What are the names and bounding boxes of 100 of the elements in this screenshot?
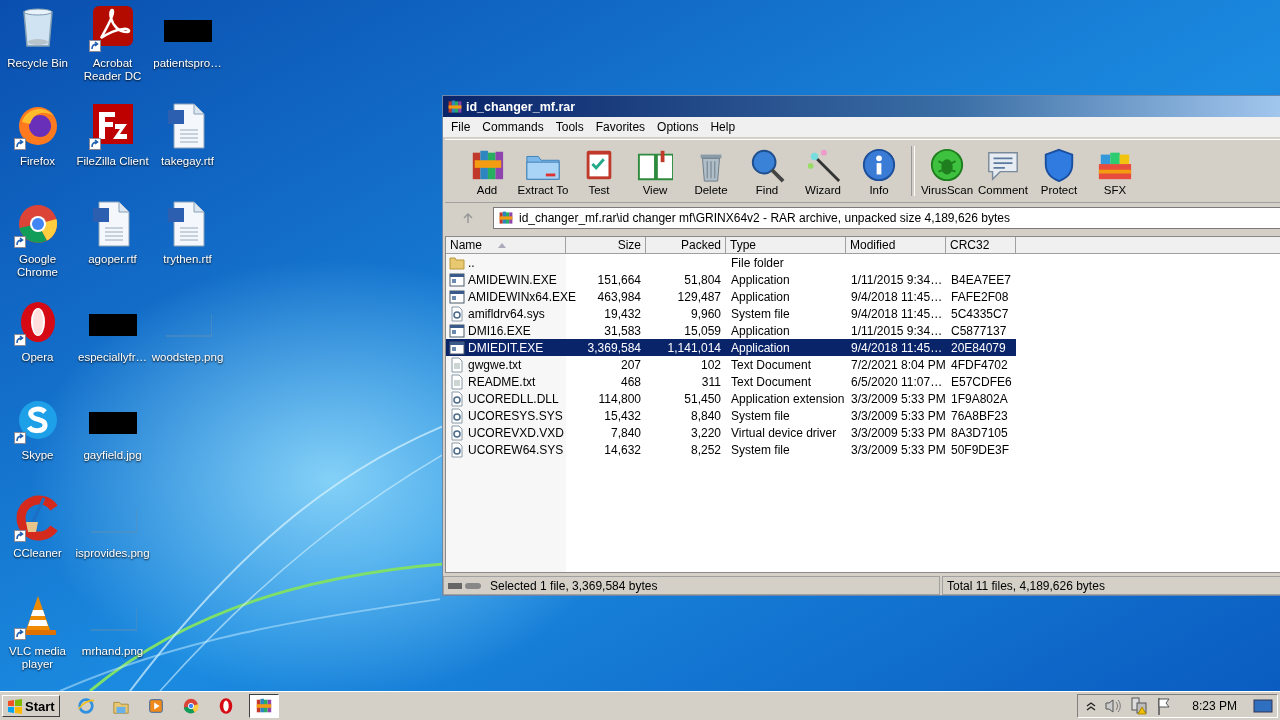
toolbar-button[interactable]: Extract To (515, 140, 571, 202)
desktop-icon-label[interactable]: CCleaner (0, 547, 75, 560)
shortcut-arrow-icon (13, 334, 26, 346)
desktop-icon-label[interactable]: VLC media player (0, 645, 75, 671)
table-cell: 114,800 (598, 391, 641, 406)
table-cell: 1/11/2015 9:34… (851, 323, 943, 338)
toolbar-button[interactable]: SFX (1087, 140, 1143, 202)
table-cell: 3/3/2009 5:33 PM (851, 425, 946, 440)
menu-item[interactable]: File (445, 120, 477, 134)
desktop-icon-label[interactable]: agoper.rtf (75, 253, 150, 266)
table-cell: README.txt (468, 374, 536, 389)
toolbar-button[interactable]: Protect (1031, 140, 1087, 202)
shortcut-arrow-icon (13, 628, 26, 640)
desktop-icon-label[interactable]: Recycle Bin (0, 57, 75, 70)
toolbar-button[interactable]: Add (459, 140, 515, 202)
play-icon (146, 697, 165, 715)
file-row[interactable]: DMI16.EXE 31,583 15,059 Application 1/11/2015 9:34… C5877137 (446, 322, 1016, 339)
file-row[interactable]: UCOREVXD.VXD 7,840 3,220 Virtual device driver 3/3/2009 5:33 PM 8A3D7105 (446, 424, 1016, 441)
desktop-icon-label[interactable]: Firefox (0, 155, 75, 168)
file-row[interactable]: AMIDEWIN.EXE 151,664 51,804 Application 1/11/2015 9:34… B4EA7EE7 (446, 271, 1016, 288)
speaker-icon[interactable] (1104, 698, 1123, 714)
monitor-icon[interactable] (1253, 698, 1273, 714)
table-cell: 463,984 (597, 289, 641, 304)
file-row[interactable]: .. File folder (446, 254, 1016, 271)
up-arrow-icon (462, 212, 474, 224)
desktop-icon-label[interactable]: woodstep.png (150, 351, 225, 364)
desktop-icon-label[interactable]: Acrobat Reader DC (75, 57, 150, 83)
file-row[interactable]: AMIDEWINx64.EXE 463,984 129,487 Application 9/4/2018 11:45… FAFE2F08 (446, 288, 1016, 305)
table-cell: 8,840 (690, 408, 721, 423)
file-row[interactable]: UCOREDLL.DLL 114,800 51,450 Application extension 3/3/2009 5:33 PM 1F9A802A (446, 390, 1016, 407)
menu-item[interactable]: Help (704, 120, 742, 134)
desktop-icon-label[interactable]: trythen.rtf (150, 253, 225, 266)
column-header[interactable]: Size (566, 237, 646, 254)
desktop-icon-label[interactable]: mrhand.png (75, 645, 150, 658)
shortcut-arrow-icon (88, 138, 101, 150)
desktop-icon-label[interactable]: Opera (0, 351, 75, 364)
application-icon (449, 339, 465, 356)
toolbar-button[interactable]: Delete (683, 140, 739, 202)
table-cell: 207 (620, 357, 641, 372)
toolbar-button[interactable]: Find (739, 140, 795, 202)
toolbar-button[interactable]: Comment (975, 140, 1031, 202)
desktop-icon-label[interactable]: patientspro… (150, 57, 225, 70)
books-icon (447, 98, 463, 115)
desktop-icon-label[interactable]: Google Chrome (0, 253, 75, 279)
status-text: Total 11 files, 4,189,626 bytes (947, 578, 1105, 593)
table-cell: amifldrv64.sys (468, 306, 545, 321)
file-row[interactable]: gwgwe.txt 207 102 Text Document 7/2/2021 8:04 PM 4FDF4702 (446, 356, 1016, 373)
table-cell: UCOREVXD.VXD (468, 425, 565, 440)
column-header[interactable]: Modified (846, 237, 946, 254)
desktop-icon-label[interactable]: especiallyfr… (75, 351, 150, 364)
menu-item[interactable]: Favorites (589, 120, 652, 134)
application-icon (449, 322, 465, 339)
table-cell: 76A8BF23 (951, 408, 1008, 423)
desktop-icon-label[interactable]: Skype (0, 449, 75, 462)
desktop-icon-label[interactable]: gayfield.jpg (75, 449, 150, 462)
table-cell: 20E84079 (951, 340, 1006, 355)
toolbar-button[interactable]: View (627, 140, 683, 202)
file-row[interactable]: UCOREW64.SYS 14,632 8,252 System file 3/3/2009 5:33 PM 50F9DE3F (446, 441, 1016, 458)
toolbar-button[interactable]: Test (571, 140, 627, 202)
file-row[interactable]: UCORESYS.SYS 15,432 8,840 System file 3/3/2009 5:33 PM 76A8BF23 (446, 407, 1016, 424)
table-cell: 129,487 (677, 289, 721, 304)
table-cell: 5C4335C7 (951, 306, 1009, 321)
menu-item[interactable]: Commands (476, 120, 550, 134)
desktop-icon-label[interactable]: takegay.rtf (150, 155, 225, 168)
gear-file-icon (449, 441, 465, 458)
table-cell: AMIDEWIN.EXE (468, 272, 557, 287)
taskbar-button[interactable] (248, 694, 279, 718)
flag-icon[interactable] (1156, 697, 1173, 715)
toolbar-button[interactable]: Info (851, 140, 907, 202)
column-header[interactable]: CRC32 (946, 237, 1016, 254)
clock[interactable]: 8:23 PM (1192, 699, 1237, 713)
table-cell: 15,059 (684, 323, 721, 338)
column-header[interactable]: Name (446, 237, 566, 254)
chevron-up-icon[interactable] (1086, 701, 1097, 711)
table-cell: 8,252 (690, 442, 721, 457)
table-cell: 3,220 (690, 425, 721, 440)
column-header[interactable]: Type (726, 237, 846, 254)
file-row[interactable]: DMIEDIT.EXE 3,369,584 1,141,014 Application 9/4/2018 11:45… 20E84079 (446, 339, 1016, 356)
table-cell: C5877137 (951, 323, 1007, 338)
menu-item[interactable]: Tools (549, 120, 590, 134)
text-file-icon (449, 373, 465, 390)
table-cell: 102 (700, 357, 721, 372)
table-cell: 7/2/2021 8:04 PM (851, 357, 946, 372)
table-cell: Application extension (731, 391, 845, 406)
network-warning-icon[interactable] (1130, 697, 1149, 715)
application-icon (449, 288, 465, 305)
desktop-icon-label[interactable]: FileZilla Client (75, 155, 150, 168)
toolbar-button[interactable]: Wizard (795, 140, 851, 202)
address-field[interactable]: id_changer_mf.rar\id changer mf\GRINX64v2 - RAR archive, unpacked size 4,189,626 bytes (493, 207, 1280, 229)
table-cell: 468 (620, 374, 641, 389)
file-row[interactable]: README.txt 468 311 Text Document 6/5/2020 11:07… E57CDFE6 (446, 373, 1016, 390)
start-button[interactable]: Start (2, 695, 60, 717)
file-row[interactable]: amifldrv64.sys 19,432 9,960 System file 9/4/2018 11:45… 5C4335C7 (446, 305, 1016, 322)
shortcut-arrow-icon (13, 432, 26, 444)
table-cell: 4FDF4702 (951, 357, 1008, 372)
table-cell: 9/4/2018 11:45… (851, 289, 943, 304)
menu-item[interactable]: Options (651, 120, 705, 134)
table-cell: 151,664 (597, 272, 641, 287)
column-header[interactable]: Packed (646, 237, 726, 254)
toolbar-button[interactable]: VirusScan (919, 140, 975, 202)
